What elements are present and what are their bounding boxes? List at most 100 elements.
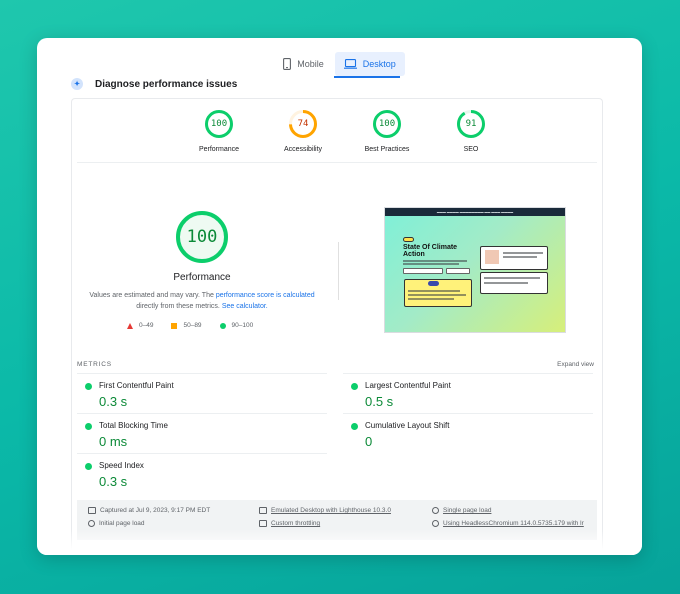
triangle-icon (127, 322, 133, 329)
captured-at: Captured at Jul 9, 2023, 9:17 PM EDT (88, 507, 210, 514)
metric-name: First Contentful Paint (99, 381, 174, 390)
lighthouse-icon: ✦ (71, 78, 83, 90)
users-icon (432, 507, 439, 514)
emulated-desktop[interactable]: Emulated Desktop with Lighthouse 10.3.0 (259, 507, 391, 514)
legend-fail: 0–49 (127, 322, 153, 329)
screenshot-text-line (403, 260, 467, 262)
screenshot-text-line (484, 277, 540, 279)
pass-circle-icon (351, 383, 358, 390)
gauges-divider (77, 162, 597, 163)
chromium-icon (432, 520, 439, 527)
note-text: directly from these metrics. (136, 303, 222, 310)
metric-value: 0.3 s (99, 474, 128, 489)
gauge-ring: 100 (372, 109, 402, 139)
footer-link[interactable]: Emulated Desktop with Lighthouse 10.3.0 (271, 507, 391, 514)
footer-link[interactable]: Custom throttling (271, 520, 320, 527)
gauge-value: 100 (210, 119, 228, 129)
note-text: Values are estimated and may vary. The (89, 292, 216, 299)
calendar-icon (88, 507, 96, 514)
pass-circle-icon (85, 463, 92, 470)
legend-pass: 90–100 (219, 322, 254, 329)
report-card: Mobile Desktop ✦ Diagnose performance is… (37, 38, 642, 555)
tab-mobile-label: Mobile (297, 59, 324, 69)
gauge-best-practices[interactable]: 100 Best Practices (356, 109, 418, 169)
metric-value: 0 (365, 434, 373, 449)
laptop-icon (259, 507, 267, 514)
screenshot-input (403, 268, 443, 274)
screenshot-text-line (403, 263, 459, 265)
category-gauges: 100 Performance 74 Accessibility 100 Bes… (72, 109, 602, 169)
initial-page-load: Initial page load (88, 520, 145, 527)
gauge-seo[interactable]: 91 SEO (440, 109, 502, 169)
gauge-label: SEO (463, 146, 479, 153)
metric-lcp[interactable]: Largest Contentful Paint 0.5 s (343, 373, 593, 413)
big-gauge-value: 100 (186, 227, 218, 247)
metric-name: Speed Index (99, 461, 144, 470)
gauge-ring: 74 (288, 109, 318, 139)
metric-cls[interactable]: Cumulative Layout Shift 0 (343, 413, 593, 453)
screenshot-title: State Of Climate Action (403, 244, 458, 258)
metric-speed-index[interactable]: Speed Index 0.3 s (77, 453, 327, 493)
custom-throttling[interactable]: Custom throttling (259, 520, 320, 527)
gauge-value: 91 (465, 119, 477, 129)
tab-desktop-label: Desktop (362, 59, 396, 69)
legend-label: 0–49 (139, 322, 154, 329)
screenshot-banner: ▬▬▬ ▬▬▬▬ ▬▬▬▬▬▬▬▬ ▬▬ ▬▬▬ ▬▬▬▬ (385, 208, 565, 216)
screenshot-text-line (503, 256, 537, 258)
gauge-ring: 100 (204, 109, 234, 139)
see-calculator-link[interactable]: See calculator. (222, 303, 268, 310)
footer-text: Initial page load (99, 520, 145, 527)
metric-value: 0.5 s (365, 394, 394, 409)
gauge-label: Performance (198, 146, 240, 153)
screenshot-text-line (484, 282, 528, 284)
gauge-performance[interactable]: 100 Performance (188, 109, 250, 169)
mobile-phone-icon (283, 58, 292, 70)
score-legend: 0–49 50–89 90–100 (127, 322, 253, 329)
legend-label: 90–100 (231, 322, 254, 329)
footer-text: Captured at Jul 9, 2023, 9:17 PM EDT (100, 507, 211, 514)
metric-tbt[interactable]: Total Blocking Time 0 ms (77, 413, 327, 453)
tab-mobile[interactable]: Mobile (274, 52, 333, 76)
gauge-accessibility[interactable]: 74 Accessibility (272, 109, 334, 169)
metric-name: Total Blocking Time (99, 421, 168, 430)
circle-icon (219, 322, 226, 329)
page-screenshot: ▬▬▬ ▬▬▬▬ ▬▬▬▬▬▬▬▬ ▬▬ ▬▬▬ ▬▬▬▬ State Of C… (384, 207, 566, 333)
timer-icon (88, 520, 95, 527)
tab-desktop[interactable]: Desktop (334, 52, 405, 76)
performance-score: 100 Performance (102, 209, 302, 283)
screenshot-text-line (408, 294, 466, 296)
footer-link[interactable]: Using HeadlessChromium 114.0.5735.179 wi… (443, 520, 584, 527)
pass-circle-icon (85, 423, 92, 430)
score-calculated-link[interactable]: performance score is calculated (216, 292, 315, 299)
footer-link[interactable]: Single page load (443, 507, 491, 514)
legend-label: 50–89 (183, 322, 202, 329)
bottom-fade (37, 529, 642, 555)
active-tab-indicator (334, 76, 400, 78)
report-panel: 100 Performance 74 Accessibility 100 Bes… (71, 98, 603, 555)
desktop-monitor-icon (343, 59, 357, 69)
square-icon (171, 322, 178, 329)
metric-value: 0 ms (99, 434, 128, 449)
metric-value: 0.3 s (99, 394, 128, 409)
big-gauge-ring: 100 (174, 209, 230, 265)
screenshot-text-line (408, 290, 460, 292)
vertical-divider (338, 242, 339, 300)
screenshot-pill (403, 237, 414, 242)
pass-circle-icon (85, 383, 92, 390)
gauge-label: Accessibility (283, 146, 323, 153)
single-page-load[interactable]: Single page load (432, 507, 491, 514)
device-tabs: Mobile Desktop (37, 52, 642, 76)
metric-fcp[interactable]: First Contentful Paint 0.3 s (77, 373, 327, 413)
wifi-icon (259, 520, 267, 527)
gauge-value: 100 (378, 119, 396, 129)
pass-circle-icon (351, 423, 358, 430)
screenshot-image (485, 250, 499, 264)
metric-name: Cumulative Layout Shift (365, 421, 450, 430)
headless-chromium[interactable]: Using HeadlessChromium 114.0.5735.179 wi… (432, 520, 584, 527)
gauge-value: 74 (297, 119, 309, 129)
score-note: Values are estimated and may vary. The p… (82, 290, 322, 312)
screenshot-text-line (503, 252, 543, 254)
gauge-label: Best Practices (364, 146, 410, 153)
expand-view-button[interactable]: Expand view (557, 361, 594, 368)
section-title: Diagnose performance issues (95, 78, 238, 90)
